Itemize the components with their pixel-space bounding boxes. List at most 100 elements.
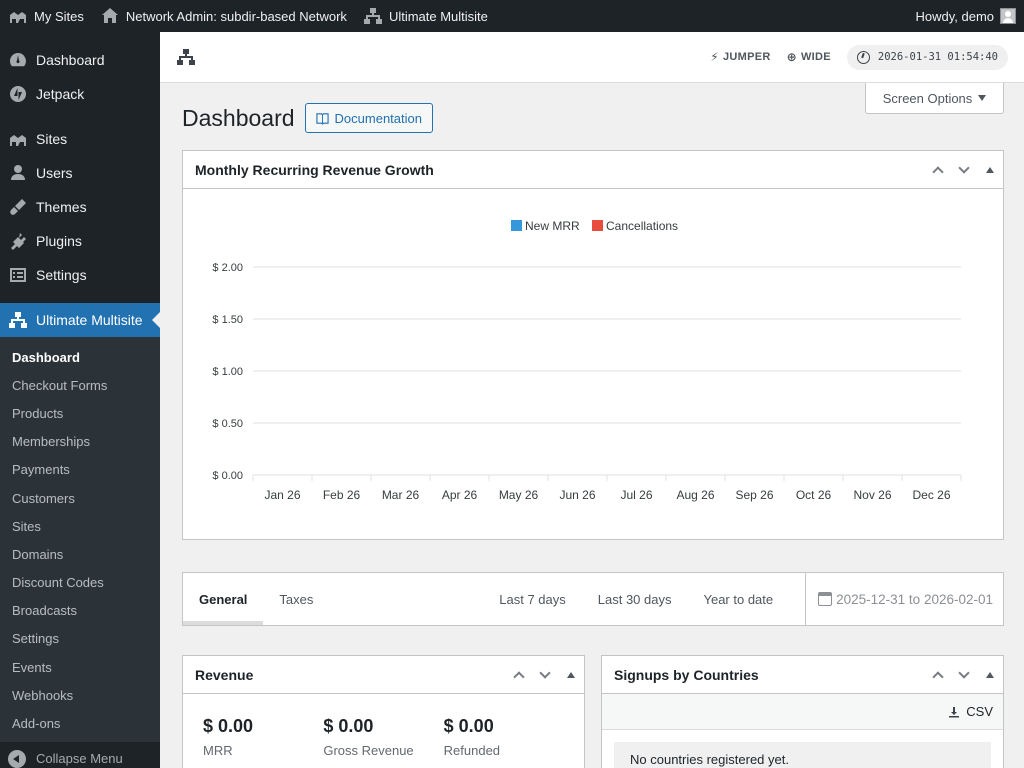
submenu-item-dashboard[interactable]: Dashboard bbox=[0, 343, 160, 371]
submenu-item-settings[interactable]: Settings bbox=[0, 625, 160, 653]
submenu-item-add-ons[interactable]: Add-ons bbox=[0, 709, 160, 737]
move-down-button[interactable] bbox=[532, 657, 558, 693]
menu-label: Settings bbox=[36, 267, 87, 283]
jetpack-icon bbox=[10, 86, 26, 102]
menu-plugins[interactable]: Plugins bbox=[0, 224, 160, 258]
ultimate-multisite-label: Ultimate Multisite bbox=[388, 8, 488, 24]
move-up-button[interactable] bbox=[506, 657, 532, 693]
y-tick-label: $ 1.00 bbox=[212, 366, 243, 378]
postbox-header: Signups by Countries bbox=[602, 656, 1003, 694]
network-icon[interactable] bbox=[176, 47, 196, 67]
chevron-up-icon bbox=[932, 165, 944, 178]
mrr-chart: New MRR Cancellations $ 0.00 $ 0.50 $ 1.00 $ … bbox=[212, 219, 962, 502]
collapse-menu-button[interactable]: Collapse Menu bbox=[0, 742, 160, 768]
chevron-down-icon bbox=[958, 161, 970, 174]
range-last-7-days[interactable]: Last 7 days bbox=[483, 573, 582, 625]
submenu-item-events[interactable]: Events bbox=[0, 653, 160, 681]
submenu-item-webhooks[interactable]: Webhooks bbox=[0, 681, 160, 709]
signups-by-countries-box: Signups by Countries CSV No countries re… bbox=[601, 655, 1004, 768]
jumper-button[interactable]: ⚡ JUMPER bbox=[710, 50, 770, 64]
revenue-title: Revenue bbox=[195, 666, 254, 683]
menu-label: Themes bbox=[36, 199, 87, 215]
tab-taxes[interactable]: Taxes bbox=[263, 573, 329, 625]
submenu-item-customers[interactable]: Customers bbox=[0, 484, 160, 512]
submenu-item-discount-codes[interactable]: Discount Codes bbox=[0, 569, 160, 597]
submenu: Dashboard Checkout Forms Products Membershi… bbox=[0, 337, 160, 742]
toggle-panel-button[interactable] bbox=[977, 152, 1003, 188]
move-up-button[interactable] bbox=[925, 657, 951, 693]
y-tick-label: $ 1.50 bbox=[212, 314, 243, 326]
csv-button[interactable]: CSV bbox=[948, 704, 993, 719]
x-tick-label: Jul 26 bbox=[620, 488, 652, 502]
calendar-icon bbox=[818, 592, 833, 606]
menu-jetpack[interactable]: Jetpack bbox=[0, 77, 160, 111]
download-icon bbox=[949, 706, 960, 717]
collapse-label: Collapse Menu bbox=[36, 751, 123, 767]
range-label: Last 7 days bbox=[499, 591, 566, 607]
submenu-item-broadcasts[interactable]: Broadcasts bbox=[0, 597, 160, 625]
menu-sites[interactable]: Sites bbox=[0, 122, 160, 156]
caret-up-icon bbox=[567, 671, 575, 678]
settings-icon bbox=[10, 268, 26, 282]
toggle-panel-button[interactable] bbox=[558, 657, 584, 693]
submenu-item-memberships[interactable]: Memberships bbox=[0, 428, 160, 456]
network-admin-link[interactable]: Network Admin: subdir-based Network bbox=[92, 0, 355, 32]
stat-gross-revenue: $ 0.00 Gross Revenue bbox=[323, 716, 443, 758]
x-tick-label: Jan 26 bbox=[264, 488, 300, 502]
my-account[interactable]: Howdy, demo bbox=[915, 0, 1024, 32]
submenu-item-checkout-forms[interactable]: Checkout Forms bbox=[0, 371, 160, 399]
dashboard-tabs: General Taxes Last 7 days Last 30 days Y… bbox=[182, 572, 1004, 626]
screen-options-button[interactable]: Screen Options bbox=[865, 83, 1004, 114]
date-range-field[interactable]: 2025-12-31 to 2026-02-01 bbox=[805, 573, 1003, 625]
ultimate-multisite-link[interactable]: Ultimate Multisite bbox=[355, 0, 496, 32]
menu-themes[interactable]: Themes bbox=[0, 190, 160, 224]
legend-label: Cancellations bbox=[606, 219, 678, 233]
y-tick-label: $ 2.00 bbox=[212, 262, 243, 274]
submenu-item-sites[interactable]: Sites bbox=[0, 512, 160, 540]
submenu-item-products[interactable]: Products bbox=[0, 399, 160, 427]
menu-label: Ultimate Multisite bbox=[36, 312, 143, 328]
home-icon bbox=[101, 8, 118, 23]
x-tick-label: May 26 bbox=[499, 488, 539, 502]
menu-dashboard[interactable]: Dashboard bbox=[0, 43, 160, 77]
revenue-box: Revenue $ 0.00 MRR $ 0.00 Gross Revenue … bbox=[182, 655, 585, 768]
legend-swatch bbox=[592, 220, 603, 231]
move-up-button[interactable] bbox=[925, 152, 951, 188]
jumper-label: JUMPER bbox=[722, 51, 771, 63]
book-icon bbox=[315, 112, 329, 125]
range-last-30-days[interactable]: Last 30 days bbox=[582, 573, 688, 625]
wide-button[interactable]: ⊕ WIDE bbox=[787, 50, 831, 64]
network-icon bbox=[9, 312, 27, 328]
move-down-button[interactable] bbox=[951, 657, 977, 693]
menu-ultimate-multisite[interactable]: Ultimate Multisite bbox=[0, 303, 160, 337]
menu-settings[interactable]: Settings bbox=[0, 258, 160, 292]
menu-users[interactable]: Users bbox=[0, 156, 160, 190]
menu-label: Dashboard bbox=[36, 52, 105, 68]
date-range-value: 2025-12-31 to 2026-02-01 bbox=[836, 591, 993, 607]
chevron-down-icon bbox=[958, 666, 970, 679]
stat-refunded: $ 0.00 Refunded bbox=[444, 716, 564, 758]
toggle-panel-button[interactable] bbox=[977, 657, 1003, 693]
stat-label: Gross Revenue bbox=[323, 743, 414, 758]
tab-general[interactable]: General bbox=[183, 573, 264, 625]
documentation-button[interactable]: Documentation bbox=[304, 103, 433, 133]
my-sites-label: My Sites bbox=[34, 8, 84, 24]
range-year-to-date[interactable]: Year to date bbox=[687, 573, 789, 625]
csv-label: CSV bbox=[966, 704, 993, 719]
plugins-icon bbox=[11, 233, 26, 250]
move-down-button[interactable] bbox=[951, 152, 977, 188]
menu-label: Plugins bbox=[36, 233, 82, 249]
submenu-item-domains[interactable]: Domains bbox=[0, 540, 160, 568]
expand-icon: ⊕ bbox=[786, 50, 797, 64]
wide-label: WIDE bbox=[800, 51, 831, 63]
howdy-label: Howdy, demo bbox=[915, 8, 994, 24]
postbox-header: Revenue bbox=[183, 656, 584, 694]
my-sites-link[interactable]: My Sites bbox=[0, 0, 92, 32]
x-tick-label: Aug 26 bbox=[676, 488, 714, 502]
submenu-item-payments[interactable]: Payments bbox=[0, 456, 160, 484]
chevron-up-icon bbox=[932, 670, 944, 683]
admin-sidebar: Dashboard Jetpack Sites Users Themes Plu… bbox=[0, 32, 160, 768]
empty-countries-message: No countries registered yet. bbox=[614, 742, 991, 768]
x-tick-label: Mar 26 bbox=[382, 488, 420, 502]
stat-mrr: $ 0.00 MRR bbox=[203, 716, 323, 758]
